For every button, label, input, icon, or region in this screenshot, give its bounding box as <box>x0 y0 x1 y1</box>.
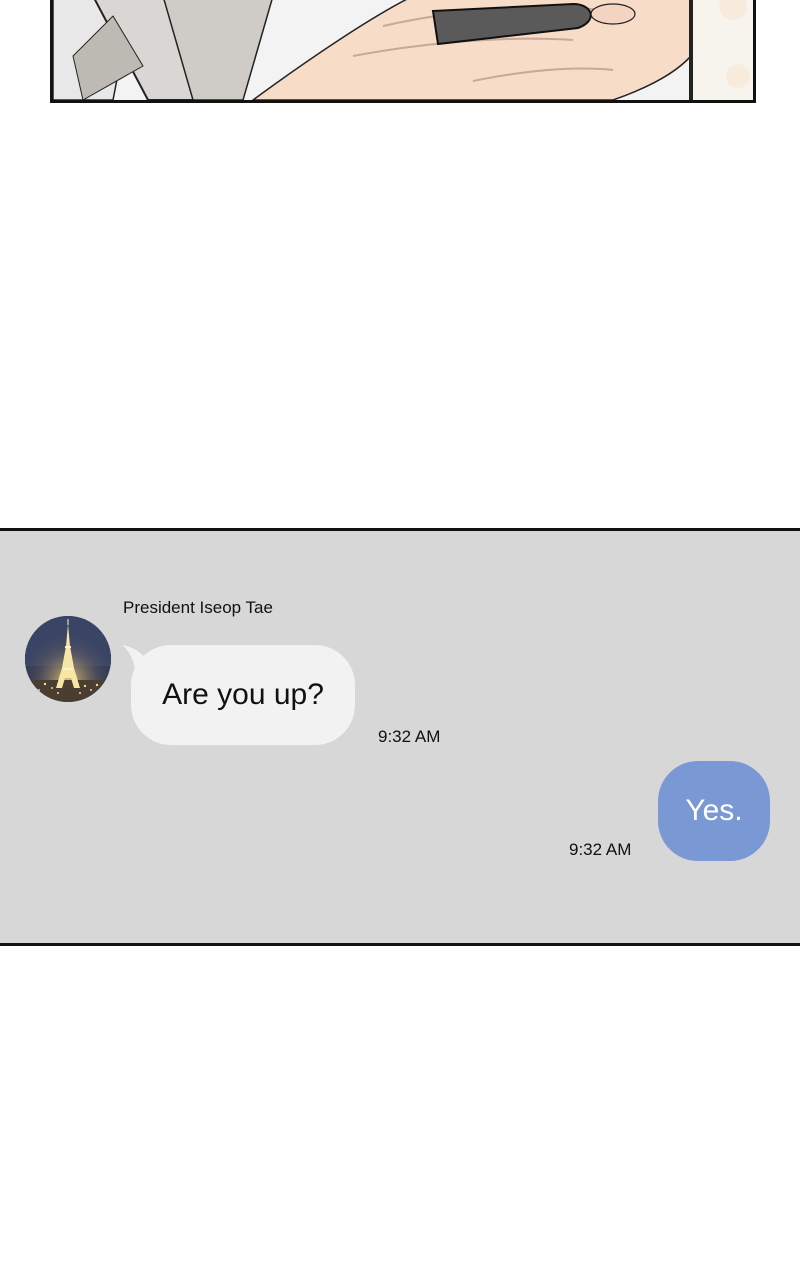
outgoing-message-time: 9:32 AM <box>569 840 632 859</box>
sender-name: President Iseop Tae <box>123 598 273 617</box>
eiffel-tower-night-icon[interactable] <box>25 616 111 702</box>
webtoon-page: President Iseop Tae Are you up? 9:32 AM … <box>0 0 800 1280</box>
comic-illustration-hands <box>53 0 753 100</box>
comic-panel-hands <box>50 0 756 103</box>
incoming-message-bubble[interactable]: Are you up? <box>131 645 355 745</box>
chat-panel: President Iseop Tae Are you up? 9:32 AM … <box>0 528 800 946</box>
incoming-message-time: 9:32 AM <box>378 727 441 746</box>
outgoing-message-bubble[interactable]: Yes. <box>658 761 770 861</box>
incoming-message-text: Are you up? <box>162 678 324 711</box>
outgoing-message-text: Yes. <box>685 794 743 827</box>
